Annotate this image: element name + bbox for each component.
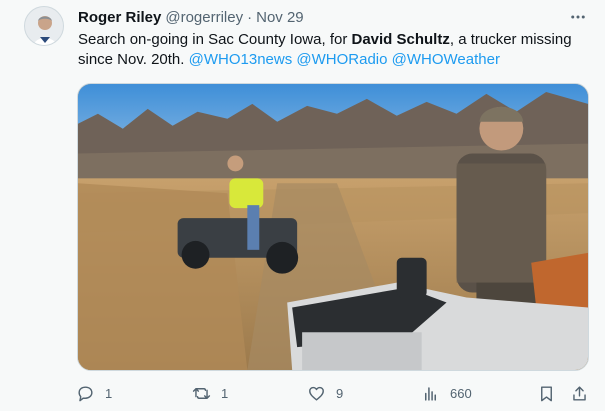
avatar[interactable] — [24, 6, 64, 46]
reply-button[interactable]: 1 — [76, 378, 112, 408]
mention-link[interactable]: @WHOWeather — [392, 51, 500, 68]
tweet-media-photo[interactable] — [77, 83, 589, 371]
bookmark-icon — [541, 385, 552, 401]
views-count: 660 — [450, 385, 472, 401]
retweet-count: 1 — [221, 385, 229, 401]
like-count: 9 — [336, 385, 344, 401]
views-chart-icon — [424, 386, 437, 401]
share-icon — [573, 385, 586, 401]
tweet-text-bold-name: David Schultz — [351, 31, 450, 48]
mention-link[interactable]: @WHO13news — [189, 51, 293, 68]
tweet-actions: 1 1 9 660 — [0, 378, 605, 408]
header-separator: · — [247, 9, 253, 26]
more-icon — [571, 15, 585, 19]
reply-icon — [78, 385, 93, 401]
tweet-text: Search on-going in Sac County Iowa, for … — [78, 30, 578, 70]
author-handle[interactable]: @rogerriley — [165, 8, 243, 28]
bookmark-button[interactable] — [537, 378, 556, 408]
mention-link[interactable]: @WHORadio — [296, 51, 387, 68]
retweet-button[interactable]: 1 — [192, 378, 228, 408]
retweet-icon — [192, 387, 211, 399]
like-button[interactable]: 9 — [307, 378, 343, 408]
tweet-date[interactable]: Nov 29 — [256, 8, 304, 28]
tweet-text-start: Search on-going in Sac County Iowa, for — [78, 31, 352, 48]
heart-icon — [309, 386, 324, 401]
share-button[interactable] — [570, 378, 589, 408]
reply-count: 1 — [105, 385, 113, 401]
tweet-header: Roger Riley @rogerriley · Nov 29 — [78, 8, 304, 28]
more-options-button[interactable] — [565, 6, 591, 28]
avatar-image — [25, 7, 63, 45]
tweet-card[interactable]: Roger Riley @rogerriley · Nov 29 Search … — [0, 0, 605, 411]
views-button[interactable]: 660 — [421, 378, 472, 408]
video-still-icon — [78, 84, 588, 370]
author-display-name[interactable]: Roger Riley — [78, 8, 161, 28]
